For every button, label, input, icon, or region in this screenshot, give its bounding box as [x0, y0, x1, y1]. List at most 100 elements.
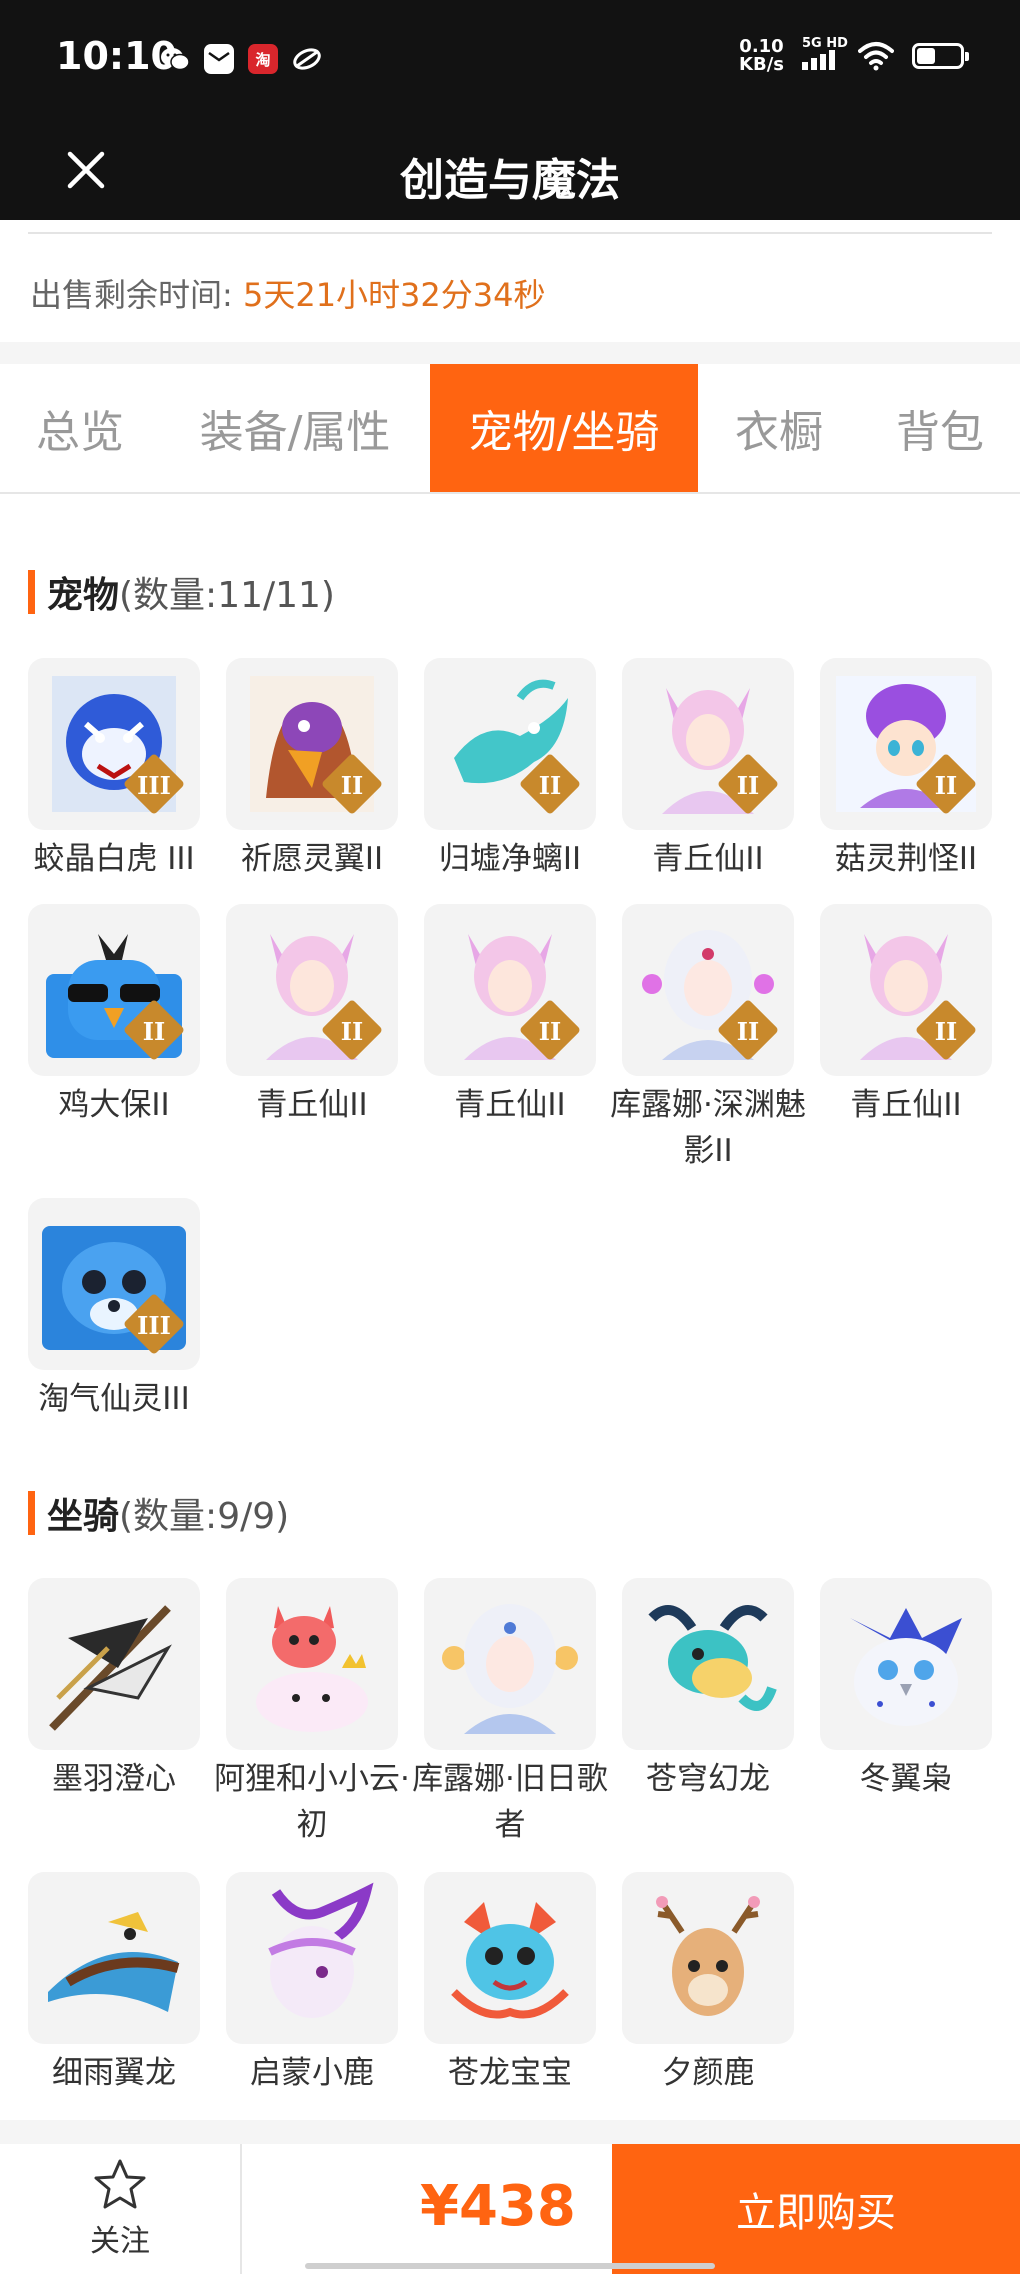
mount-item[interactable]: 启蒙小鹿 — [226, 1872, 398, 2096]
pet-item[interactable]: II 青丘仙II — [226, 904, 398, 1128]
section-accent — [28, 1491, 35, 1535]
svg-text:II: II — [935, 771, 957, 800]
svg-text:III: III — [137, 1311, 171, 1340]
net-speed: 0.10 KB/s — [739, 36, 784, 75]
pet-name: 青丘仙II — [652, 841, 764, 877]
section-gap — [0, 342, 1020, 364]
mount-item[interactable]: 冬翼枭 — [820, 1578, 992, 1802]
mount-item[interactable]: 夕颜鹿 — [622, 1872, 794, 2096]
follow-label: 关注 — [90, 2224, 150, 2259]
pet-image-fox-fairy: II — [424, 904, 596, 1076]
pet-item[interactable]: III 蛟晶白虎 III — [28, 658, 200, 882]
signal-icon: 5G HD — [802, 36, 848, 70]
pet-item[interactable]: II 鸡大保II — [28, 904, 200, 1128]
price: ¥438 — [420, 2174, 576, 2239]
svg-text:II: II — [341, 771, 363, 800]
mount-name: 库露娜·旧日歌者 — [412, 1761, 608, 1843]
mount-image-sky-dragon — [622, 1578, 794, 1750]
mount-image-dragon-baby — [424, 1872, 596, 2044]
status-bar: 10:10 淘 0.10 KB/s 5G HD — [0, 0, 1020, 120]
mount-item[interactable]: 墨羽澄心 — [28, 1578, 200, 1802]
wechat-icon — [160, 44, 190, 74]
pet-item[interactable]: II 青丘仙II — [622, 658, 794, 882]
pet-name: 库露娜·深渊魅影II — [610, 1087, 806, 1169]
mount-image-evening-deer — [622, 1872, 794, 2044]
svg-text:II: II — [143, 1017, 165, 1046]
pet-name: 归墟净螭II — [438, 841, 582, 877]
svg-text:II: II — [737, 1017, 759, 1046]
mount-name: 苍龙宝宝 — [448, 2055, 572, 2091]
mount-image-kuluna-singer — [424, 1578, 596, 1750]
pet-name: 祈愿灵翼II — [240, 841, 384, 877]
svg-text:II: II — [341, 1017, 363, 1046]
pet-image-fox-fairy: II — [226, 904, 398, 1076]
mount-item[interactable]: 阿狸和小小云·初 — [214, 1578, 410, 1848]
wifi-icon — [858, 42, 894, 71]
tab-wardrobe[interactable]: 衣橱 — [698, 364, 860, 492]
svg-text:II: II — [737, 771, 759, 800]
pet-image-fox-fairy: II — [622, 658, 794, 830]
pet-name: 青丘仙II — [850, 1087, 962, 1123]
mount-item[interactable]: 苍龙宝宝 — [424, 1872, 596, 2096]
pet-item[interactable]: II 祈愿灵翼II — [226, 658, 398, 882]
mount-name: 苍穹幻龙 — [646, 1761, 770, 1797]
bottom-action-bar: 关注 ¥438 立即购买 — [0, 2144, 1020, 2274]
page-title: 创造与魔法 — [400, 155, 620, 206]
mount-item[interactable]: 苍穹幻龙 — [622, 1578, 794, 1802]
sale-time-label: 出售剩余时间: — [30, 276, 233, 314]
pet-name: 鸡大保II — [58, 1087, 170, 1123]
sale-remaining-time: 出售剩余时间: 5天21小时32分34秒 — [30, 270, 546, 316]
mail-icon — [204, 44, 234, 74]
pet-item[interactable]: II 库露娜·深渊魅影II — [610, 904, 806, 1174]
pet-image-kuluna: II — [622, 904, 794, 1076]
pet-item[interactable]: III 淘气仙灵III — [28, 1198, 200, 1422]
svg-text:II: II — [539, 771, 561, 800]
pet-item[interactable]: II 菇灵荆怪II — [820, 658, 992, 882]
tab-bar: 总览 装备/属性 宠物/坐骑 衣橱 背包 — [0, 364, 1020, 494]
footer-gap — [0, 2120, 1020, 2144]
mount-item[interactable]: 细雨翼龙 — [28, 1872, 200, 2096]
mounts-section-title: 坐骑 (数量:9/9) — [28, 1487, 289, 1539]
tab-overview[interactable]: 总览 — [0, 364, 160, 492]
mount-image-ali-cloud — [226, 1578, 398, 1750]
taobao-icon: 淘 — [248, 44, 278, 74]
tab-backpack[interactable]: 背包 — [860, 364, 1020, 492]
status-app-icons: 淘 — [160, 44, 322, 74]
tab-equipment[interactable]: 装备/属性 — [160, 364, 430, 492]
sale-time-value: 5天21小时32分34秒 — [242, 276, 546, 314]
pet-item[interactable]: II 归墟净螭II — [424, 658, 596, 882]
pet-name: 青丘仙II — [454, 1087, 566, 1123]
pet-name: 青丘仙II — [256, 1087, 368, 1123]
pet-image-white-tiger: III — [28, 658, 200, 830]
status-time: 10:10 — [56, 34, 177, 78]
pet-image-fox-fairy: II — [820, 904, 992, 1076]
mount-name: 冬翼枭 — [859, 1761, 953, 1797]
pet-name: 菇灵荆怪II — [834, 841, 978, 877]
divider — [28, 232, 992, 234]
pets-section-title: 宠物 (数量:11/11) — [28, 566, 335, 618]
section-accent — [28, 570, 35, 614]
buy-now-button[interactable]: 立即购买 — [612, 2144, 1020, 2274]
app-header: 创造与魔法 — [0, 120, 1020, 220]
pet-name: 淘气仙灵III — [38, 1381, 190, 1417]
pet-image-mushroom: II — [820, 658, 992, 830]
mount-name: 阿狸和小小云·初 — [214, 1761, 410, 1843]
mount-name: 细雨翼龙 — [52, 2055, 176, 2091]
tab-pets-mounts[interactable]: 宠物/坐骑 — [430, 364, 698, 492]
pet-image-chicken: II — [28, 904, 200, 1076]
mount-image-rain-pterosaur — [28, 1872, 200, 2044]
pet-name: 蛟晶白虎 III — [33, 841, 195, 877]
mount-image-ink-feather — [28, 1578, 200, 1750]
pet-image-dragon: II — [424, 658, 596, 830]
follow-button[interactable]: 关注 — [0, 2144, 242, 2274]
pet-item[interactable]: II 青丘仙II — [820, 904, 992, 1128]
mount-image-winter-owl — [820, 1578, 992, 1750]
mount-item[interactable]: 库露娜·旧日歌者 — [412, 1578, 608, 1848]
pet-image-wish-wing: II — [226, 658, 398, 830]
star-icon — [94, 2159, 146, 2209]
home-indicator[interactable] — [305, 2263, 715, 2269]
pet-image-naughty-sprite: III — [28, 1198, 200, 1370]
pet-item[interactable]: II 青丘仙II — [424, 904, 596, 1128]
mount-name: 墨羽澄心 — [52, 1761, 176, 1797]
svg-text:II: II — [539, 1017, 561, 1046]
